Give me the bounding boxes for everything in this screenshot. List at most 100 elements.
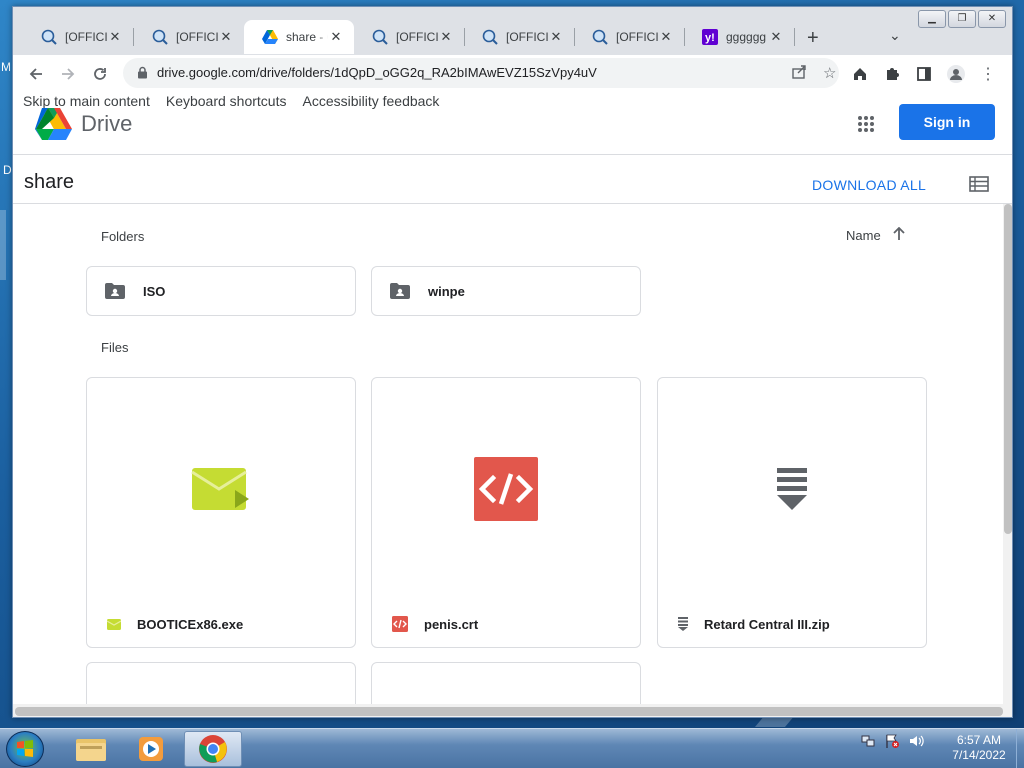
close-tab-icon[interactable]: ✕ bbox=[438, 29, 454, 45]
file-name: penis.crt bbox=[424, 616, 479, 632]
list-view-icon[interactable] bbox=[969, 176, 989, 197]
browser-toolbar: drive.google.com/drive/folders/1dQpD_oGG… bbox=[13, 55, 1012, 91]
file-card-crt[interactable]: penis.crt bbox=[371, 377, 641, 648]
folder-explorer-icon bbox=[76, 739, 106, 761]
tab-separator bbox=[794, 28, 795, 46]
share-icon[interactable] bbox=[791, 64, 807, 84]
browser-tab[interactable]: [OFFICIA✕ bbox=[354, 20, 464, 54]
tab-title: [OFFICIA bbox=[396, 30, 438, 44]
folder-name: ISO bbox=[143, 283, 166, 299]
zip-icon bbox=[678, 617, 688, 631]
file-card-zip[interactable]: Retard Central III.zip bbox=[657, 377, 927, 648]
taskbar-media-player[interactable] bbox=[122, 731, 180, 767]
tab-search-chevron-icon[interactable]: ⌄ bbox=[889, 27, 901, 44]
back-arrow-icon[interactable] bbox=[23, 61, 49, 87]
network-icon[interactable] bbox=[860, 733, 876, 754]
browser-menu-icon[interactable]: ⋮ bbox=[975, 61, 1001, 87]
browser-tab[interactable]: [OFFICIA✕ bbox=[574, 20, 684, 54]
reload-icon[interactable] bbox=[87, 61, 113, 87]
lock-icon[interactable] bbox=[137, 66, 148, 84]
exe-envelope-icon bbox=[191, 468, 249, 510]
keyboard-shortcuts-link[interactable]: Keyboard shortcuts bbox=[166, 93, 287, 109]
code-icon bbox=[392, 616, 408, 632]
folders-section-label: Folders bbox=[101, 229, 145, 244]
browser-tab[interactable]: y! gggggg ✕ bbox=[684, 20, 794, 54]
side-panel-icon[interactable] bbox=[911, 61, 937, 87]
svg-text:y!: y! bbox=[705, 32, 715, 44]
file-card-booticex86[interactable]: BOOTICEx86.exe bbox=[86, 377, 356, 648]
taskbar: 6:57 AM 7/14/2022 bbox=[0, 728, 1024, 768]
forward-arrow-icon[interactable] bbox=[55, 61, 81, 87]
start-button[interactable] bbox=[6, 731, 44, 767]
file-thumbnail bbox=[87, 378, 355, 600]
desktop-icon-label: M bbox=[1, 60, 11, 74]
download-all-button[interactable]: DOWNLOAD ALL bbox=[812, 177, 926, 193]
scrollbar-thumb[interactable] bbox=[1004, 204, 1012, 534]
file-name: Retard Central III.zip bbox=[704, 616, 830, 632]
sort-by-name-button[interactable]: Name bbox=[846, 226, 905, 244]
chrome-icon bbox=[199, 735, 227, 763]
extensions-puzzle-icon[interactable] bbox=[879, 61, 905, 87]
close-tab-icon[interactable]: ✕ bbox=[328, 29, 344, 45]
new-tab-button[interactable]: + bbox=[807, 27, 819, 50]
horizontal-scrollbar[interactable] bbox=[13, 704, 1012, 717]
profile-avatar-icon[interactable] bbox=[943, 61, 969, 87]
maximize-button[interactable]: ❐ bbox=[948, 10, 976, 28]
tab-title: [OFFICIA bbox=[616, 30, 658, 44]
vertical-scrollbar[interactable] bbox=[1003, 204, 1012, 704]
taskbar-clock[interactable]: 6:57 AM 7/14/2022 bbox=[944, 733, 1014, 763]
page-title: share bbox=[24, 171, 75, 193]
google-drive-logo-icon bbox=[35, 108, 72, 140]
close-tab-icon[interactable]: ✕ bbox=[658, 29, 674, 45]
shared-folder-icon bbox=[390, 283, 410, 299]
google-apps-grid-icon[interactable] bbox=[857, 115, 875, 138]
file-thumbnail bbox=[372, 378, 640, 600]
folder-card-winpe[interactable]: winpe bbox=[371, 266, 641, 316]
minimize-button[interactable]: ▁ bbox=[918, 10, 946, 28]
file-footer: Retard Central III.zip bbox=[658, 600, 926, 647]
show-desktop-button[interactable] bbox=[1016, 729, 1024, 768]
files-section-label: Files bbox=[101, 340, 129, 355]
browser-tab[interactable]: [OFFICIA✕ bbox=[23, 20, 133, 54]
magnifier-globe-icon bbox=[482, 29, 498, 45]
magnifier-globe-icon bbox=[152, 29, 168, 45]
volume-icon[interactable] bbox=[908, 733, 924, 754]
tab-title: share - G bbox=[286, 30, 328, 44]
sort-label: Name bbox=[846, 228, 881, 243]
address-bar[interactable]: drive.google.com/drive/folders/1dQpD_oGG… bbox=[123, 58, 839, 88]
windows-logo-icon bbox=[17, 740, 33, 757]
bookmark-star-icon[interactable]: ☆ bbox=[823, 64, 836, 82]
accessibility-feedback-link[interactable]: Accessibility feedback bbox=[302, 93, 439, 109]
product-name: Drive bbox=[81, 111, 133, 136]
exe-envelope-icon bbox=[107, 618, 121, 630]
close-tab-icon[interactable]: ✕ bbox=[768, 29, 784, 45]
url-text[interactable]: drive.google.com/drive/folders/1dQpD_oGG… bbox=[157, 65, 597, 80]
taskbar-explorer[interactable] bbox=[62, 731, 120, 767]
drive-logo[interactable]: Drive bbox=[35, 107, 132, 141]
folder-card-iso[interactable]: ISO bbox=[86, 266, 356, 316]
file-grid: Folders Name ISO winpe Files BOOTICEx86.… bbox=[13, 204, 1003, 717]
browser-tab[interactable]: share - G✕ bbox=[244, 20, 354, 54]
browser-tab[interactable]: [OFFICIA✕ bbox=[464, 20, 574, 54]
browser-tab[interactable]: [OFFICIA✕ bbox=[134, 20, 244, 54]
arrow-up-icon bbox=[893, 226, 905, 244]
close-tab-icon[interactable]: ✕ bbox=[218, 29, 234, 45]
taskbar-chrome[interactable] bbox=[184, 731, 242, 767]
tab-strip: [OFFICIA✕[OFFICIA✕share - G✕[OFFICIA✕[OF… bbox=[13, 7, 1012, 55]
home-icon[interactable] bbox=[847, 61, 873, 87]
desktop-decoration bbox=[0, 210, 6, 280]
code-icon bbox=[474, 457, 538, 521]
yahoo-icon: y! bbox=[702, 29, 718, 45]
action-center-flag-icon[interactable] bbox=[884, 733, 900, 754]
magnifier-globe-icon bbox=[592, 29, 608, 45]
close-tab-icon[interactable]: ✕ bbox=[107, 29, 123, 45]
scrollbar-thumb[interactable] bbox=[15, 707, 1003, 716]
file-name: BOOTICEx86.exe bbox=[137, 616, 244, 632]
window-controls: ▁ ❐ ✕ bbox=[918, 10, 1006, 28]
sign-in-button[interactable]: Sign in bbox=[899, 104, 995, 140]
tab-title: [OFFICIA bbox=[65, 30, 107, 44]
close-tab-icon[interactable]: ✕ bbox=[548, 29, 564, 45]
tab-title: gggggg bbox=[726, 30, 767, 44]
clock-date: 7/14/2022 bbox=[952, 748, 1006, 762]
close-window-button[interactable]: ✕ bbox=[978, 10, 1006, 28]
